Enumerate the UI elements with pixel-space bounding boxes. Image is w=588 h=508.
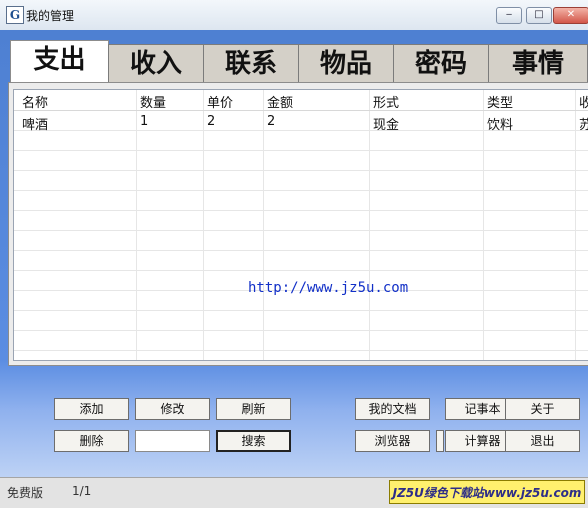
minimize-button[interactable]: ‒ (496, 7, 522, 24)
column-header-amount[interactable]: 金额 (267, 92, 293, 111)
tab-expense[interactable]: 支出 (10, 40, 109, 85)
watermark-url: http://www.jz5u.com (248, 280, 409, 296)
expense-list[interactable]: 名称 数量 单价 金额 形式 类型 收 啤酒 1 2 2 现金 饮料 苏 (13, 89, 588, 361)
modify-button[interactable]: 修改 (135, 398, 210, 420)
table-cell-quantity[interactable]: 1 (140, 114, 148, 129)
browser-button[interactable]: 浏览器 (355, 430, 430, 452)
table-cell-name[interactable]: 啤酒 (22, 114, 48, 133)
row-divider (14, 210, 588, 211)
column-header-unit-price[interactable]: 单价 (207, 92, 233, 111)
edition-label: 免费版 (7, 486, 44, 500)
table-cell-amount[interactable]: 2 (267, 114, 275, 129)
delete-button[interactable]: 删除 (54, 430, 129, 452)
row-divider (14, 150, 588, 151)
close-button[interactable]: ✕ (553, 7, 588, 24)
hidden-button-edge[interactable] (436, 430, 444, 452)
my-documents-button[interactable]: 我的文档 (355, 398, 430, 420)
tab-content-panel: 名称 数量 单价 金额 形式 类型 收 啤酒 1 2 2 现金 饮料 苏 (8, 82, 588, 366)
row-divider (14, 190, 588, 191)
main-area: 支出 收入 联系 物品 密码 事情 名称 数量 单价 金额 形式 类型 啤酒 1… (0, 30, 588, 477)
tab-tasks[interactable]: 事情 (488, 44, 588, 83)
table-cell-truncated[interactable]: 苏 (579, 114, 588, 133)
row-divider (14, 350, 588, 351)
search-button[interactable]: 搜索 (216, 430, 291, 452)
table-cell-unit-price[interactable]: 2 (207, 114, 215, 129)
tab-items[interactable]: 物品 (298, 44, 394, 83)
row-divider (14, 330, 588, 331)
site-watermark-badge: JZ5U绿色下载站www.jz5u.com (389, 480, 585, 504)
column-header-payment-form[interactable]: 形式 (373, 92, 399, 111)
row-divider (14, 270, 588, 271)
table-cell-payment-form[interactable]: 现金 (373, 114, 399, 133)
about-button[interactable]: 关于 (505, 398, 580, 420)
tab-passwords[interactable]: 密码 (393, 44, 489, 83)
column-header-name[interactable]: 名称 (22, 92, 48, 111)
status-bar: 免费版 1/1 JZ5U绿色下载站www.jz5u.com (0, 477, 588, 508)
tab-income[interactable]: 收入 (108, 44, 204, 83)
window-title: 我的管理 (26, 9, 75, 23)
column-header-truncated[interactable]: 收 (579, 92, 588, 111)
search-input[interactable] (135, 430, 210, 452)
row-divider (14, 250, 588, 251)
tab-contacts[interactable]: 联系 (203, 44, 299, 83)
column-header-quantity[interactable]: 数量 (140, 92, 166, 111)
title-bar: G 我的管理 ‒ □ ✕ (0, 0, 588, 31)
app-icon: G (6, 6, 24, 24)
maximize-button[interactable]: □ (526, 7, 552, 24)
row-divider (14, 170, 588, 171)
row-divider (14, 310, 588, 311)
page-indicator: 1/1 (72, 484, 92, 498)
exit-button[interactable]: 退出 (505, 430, 580, 452)
refresh-button[interactable]: 刷新 (216, 398, 291, 420)
row-divider (14, 230, 588, 231)
add-button[interactable]: 添加 (54, 398, 129, 420)
table-cell-category[interactable]: 饮料 (487, 114, 513, 133)
column-header-category[interactable]: 类型 (487, 92, 513, 111)
